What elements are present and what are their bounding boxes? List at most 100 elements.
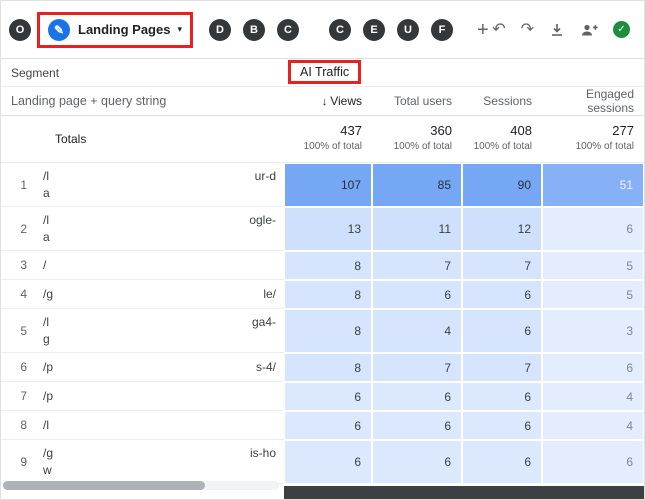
metric-cell-total-users: 7 xyxy=(372,251,462,280)
metric-cell-total-users: 11 xyxy=(372,207,462,251)
landing-page-path: /p xyxy=(43,388,54,403)
metric-cell-total-users: 7 xyxy=(372,353,462,382)
row-number: 6 xyxy=(20,360,27,374)
metric-cell-views: 13 xyxy=(284,207,372,251)
redo-icon[interactable]: ↷ xyxy=(521,21,534,38)
dimension-cell: 1 /l ur-d a xyxy=(1,163,284,207)
row-number: 5 xyxy=(20,323,27,338)
metric-cell-engaged: 5 xyxy=(542,251,644,280)
horizontal-scrollbar-track[interactable] xyxy=(3,481,279,490)
dimension-cell: 6 /p s-4/ xyxy=(1,353,284,382)
metric-cell-sessions: 6 xyxy=(462,411,542,440)
table-row: 1 /l ur-d a 107 85 90 51 xyxy=(1,163,644,207)
metric-cell-sessions: 90 xyxy=(462,163,542,207)
column-header-engaged-sessions[interactable]: Engaged sessions xyxy=(542,87,644,115)
table-row: 2 /l ogle- a 13 11 12 6 xyxy=(1,207,644,251)
segment-label: Segment xyxy=(11,65,60,80)
report-tab[interactable]: D xyxy=(209,18,231,41)
row-number: 3 xyxy=(20,258,27,272)
approval-check-icon[interactable]: ✓ xyxy=(613,21,630,38)
metric-cell-total-users: 6 xyxy=(372,280,462,309)
dimension-cell: 9 /g is-ho w xyxy=(1,440,284,484)
metric-cell-total-users: 4 xyxy=(372,309,462,353)
ai-traffic-header: AI Traffic xyxy=(288,60,362,84)
segment-row: Segment AI Traffic xyxy=(1,59,644,87)
landing-page-path: /l ga4- g xyxy=(43,314,276,346)
dimension-cell: 8 /l xyxy=(1,411,284,440)
column-header-row: Landing page + query string ↓ Views Total… xyxy=(1,87,644,116)
landing-page-path: /l ogle- a xyxy=(43,212,276,244)
row-number: 8 xyxy=(20,418,27,432)
total-users: 360 100% of total xyxy=(393,123,452,152)
row-number: 9 xyxy=(20,454,27,469)
table-row: 4 /g le/ 8 6 6 5 xyxy=(1,280,644,309)
sort-descending-icon: ↓ xyxy=(321,96,328,108)
landing-page-path: /p s-4/ xyxy=(43,359,276,374)
column-label: Views xyxy=(330,94,362,108)
column-header-total-users[interactable]: Total users xyxy=(372,94,462,108)
metric-cell-views: 8 xyxy=(284,353,372,382)
metric-cell-engaged: 51 xyxy=(542,163,644,207)
download-icon[interactable] xyxy=(549,22,565,38)
metric-cell-views: 6 xyxy=(284,382,372,411)
column-header-sessions[interactable]: Sessions xyxy=(462,94,542,108)
metric-cell-engaged: 3 xyxy=(542,309,644,353)
metric-cell-views: 6 xyxy=(284,440,372,484)
row-number: 7 xyxy=(20,389,27,403)
metric-cell-views: 8 xyxy=(284,251,372,280)
report-tab[interactable]: O xyxy=(9,18,31,41)
report-tab[interactable]: C xyxy=(277,18,299,41)
dimension-cell: 3 / xyxy=(1,251,284,280)
metric-cell-views: 8 xyxy=(284,309,372,353)
metric-cell-engaged: 5 xyxy=(542,280,644,309)
landing-page-path: /l ur-d a xyxy=(43,168,276,200)
table-row: 6 /p s-4/ 8 7 7 6 xyxy=(1,353,644,382)
metric-cell-sessions: 6 xyxy=(462,309,542,353)
metric-cell-views: 8 xyxy=(284,280,372,309)
landing-page-path: /g le/ xyxy=(43,286,276,301)
toolbar: ↶ ↷ ✓ xyxy=(492,21,634,38)
analytics-window: O ✎ Landing Pages ▾ D B C C E U F + ↶ ↷ xyxy=(0,0,645,500)
report-tab[interactable]: B xyxy=(243,18,265,41)
metric-cell-sessions: 6 xyxy=(462,280,542,309)
bottom-strip xyxy=(284,486,644,499)
horizontal-scrollbar-thumb[interactable] xyxy=(3,481,205,490)
total-sessions: 408 100% of total xyxy=(473,123,532,152)
landing-page-path: /l xyxy=(43,417,49,432)
chevron-down-icon[interactable]: ▾ xyxy=(177,24,182,35)
table-row: 7 /p 6 6 6 4 xyxy=(1,382,644,411)
dimension-cell: 4 /g le/ xyxy=(1,280,284,309)
table-row: 5 /l ga4- g 8 4 6 3 xyxy=(1,309,644,353)
metric-cell-views: 6 xyxy=(284,411,372,440)
dimension-header[interactable]: Landing page + query string xyxy=(1,94,284,108)
dimension-cell: 5 /l ga4- g xyxy=(1,309,284,353)
report-tab[interactable]: F xyxy=(431,18,453,41)
metric-cell-total-users: 6 xyxy=(372,440,462,484)
total-engaged: 277 100% of total xyxy=(575,123,634,152)
row-number: 1 xyxy=(20,177,27,192)
metric-cell-sessions: 12 xyxy=(462,207,542,251)
report-tab-bar: O ✎ Landing Pages ▾ D B C C E U F + ↶ ↷ xyxy=(1,1,644,59)
active-tab-landing-pages[interactable]: ✎ Landing Pages ▾ xyxy=(37,11,193,48)
active-tab-label: Landing Pages xyxy=(78,22,171,37)
dimension-cell: 2 /l ogle- a xyxy=(1,207,284,251)
table-row: 8 /l 6 6 6 4 xyxy=(1,411,644,440)
column-header-views[interactable]: ↓ Views xyxy=(284,94,372,108)
totals-label: Totals xyxy=(55,132,87,146)
totals-row: Totals 437 100% of total 360 100% of tot… xyxy=(1,116,644,163)
table-row: 3 / 8 7 7 5 xyxy=(1,251,644,280)
add-tab-button[interactable]: + xyxy=(477,20,489,40)
metric-cell-views: 107 xyxy=(284,163,372,207)
edit-pencil-icon: ✎ xyxy=(48,18,70,41)
undo-icon[interactable]: ↶ xyxy=(492,21,505,38)
share-add-user-icon[interactable] xyxy=(580,22,598,38)
report-tab[interactable]: U xyxy=(397,18,419,41)
report-tab[interactable]: C xyxy=(329,18,351,41)
metric-cell-engaged: 6 xyxy=(542,440,644,484)
metric-cell-sessions: 6 xyxy=(462,440,542,484)
metric-cell-engaged: 4 xyxy=(542,382,644,411)
row-number: 4 xyxy=(20,287,27,301)
metric-cell-total-users: 6 xyxy=(372,411,462,440)
report-tab[interactable]: E xyxy=(363,18,385,41)
metric-cell-engaged: 6 xyxy=(542,207,644,251)
